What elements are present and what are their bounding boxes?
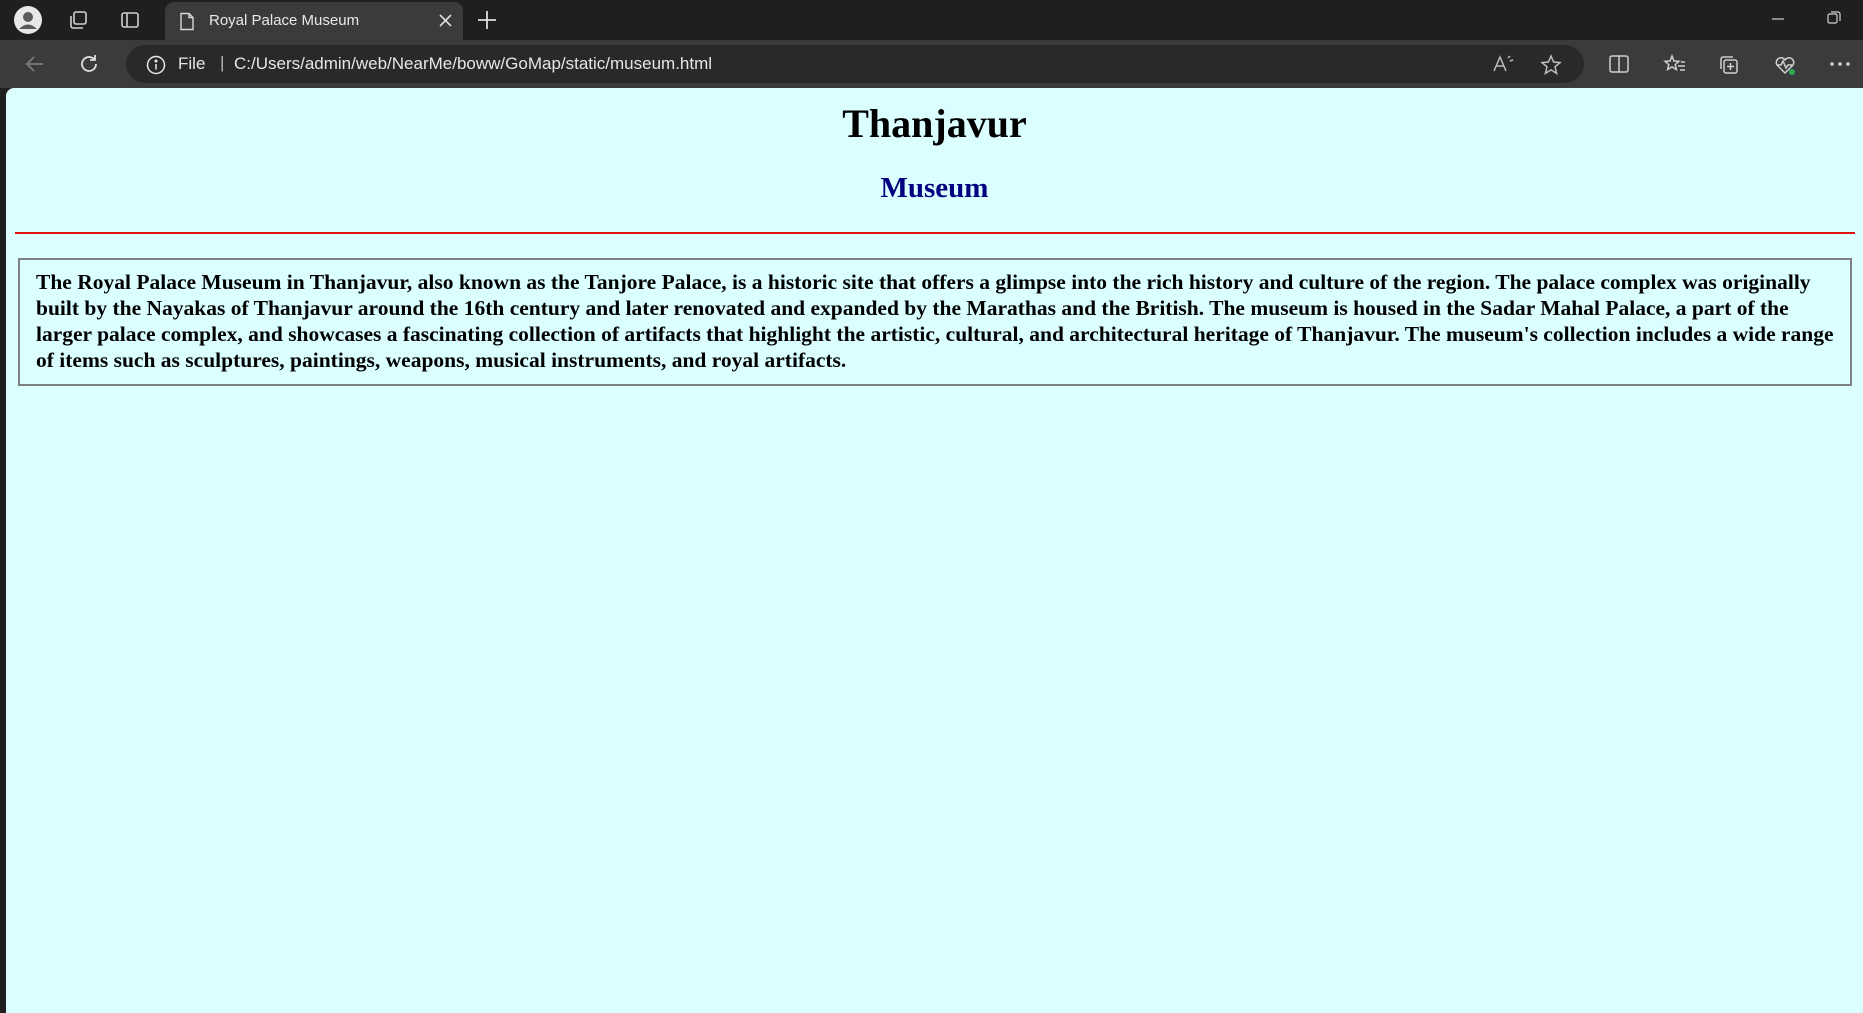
description-text: The Royal Palace Museum in Thanjavur, al…	[36, 270, 1834, 372]
minimize-icon[interactable]	[1768, 8, 1788, 33]
read-aloud-icon[interactable]	[1492, 54, 1514, 79]
page-viewport: Thanjavur Museum The Royal Palace Museum…	[6, 88, 1863, 1013]
browser-essentials-icon[interactable]	[1773, 54, 1797, 81]
refresh-icon[interactable]	[75, 50, 103, 78]
collections-icon[interactable]	[1718, 54, 1740, 81]
divider-rule	[15, 232, 1855, 234]
browser-toolbar: File | C:/Users/admin/web/NearMe/boww/Go…	[0, 40, 1863, 88]
favorite-star-icon[interactable]	[1540, 54, 1562, 81]
page-subtitle: Museum	[880, 172, 989, 204]
back-icon[interactable]	[21, 50, 49, 78]
restore-icon[interactable]	[1824, 8, 1844, 33]
more-icon[interactable]	[1829, 54, 1851, 79]
url-separator: |	[220, 53, 225, 72]
profile-icon[interactable]	[12, 4, 44, 36]
favorites-icon[interactable]	[1663, 53, 1687, 79]
workspaces-icon[interactable]	[62, 4, 94, 36]
tab-royal-palace-museum[interactable]: Royal Palace Museum	[165, 2, 463, 40]
address-bar[interactable]: File | C:/Users/admin/web/NearMe/boww/Go…	[126, 45, 1584, 83]
url-text[interactable]: C:/Users/admin/web/NearMe/boww/GoMap/sta…	[234, 54, 712, 74]
page-title: Thanjavur	[842, 101, 1027, 146]
info-icon[interactable]	[146, 55, 166, 80]
vertical-tabs-icon[interactable]	[114, 4, 146, 36]
description-box: The Royal Palace Museum in Thanjavur, al…	[18, 258, 1852, 386]
close-icon[interactable]	[438, 13, 453, 33]
split-screen-icon[interactable]	[1608, 54, 1630, 79]
url-scheme-label: File	[178, 54, 206, 73]
new-tab-icon[interactable]	[475, 8, 499, 37]
tab-bar: Royal Palace Museum	[0, 0, 1863, 40]
tab-title: Royal Palace Museum	[209, 12, 360, 29]
document-icon	[179, 12, 195, 36]
